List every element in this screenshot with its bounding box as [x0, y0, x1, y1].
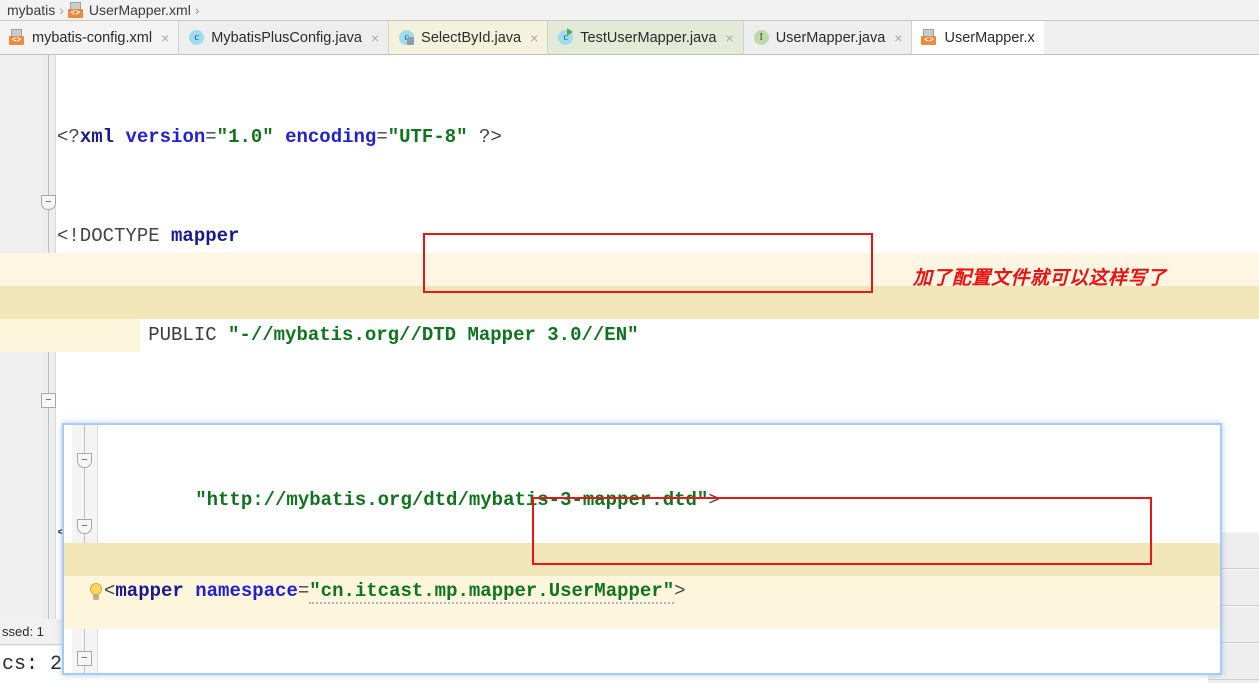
tab-label: SelectById.java [421, 29, 522, 46]
overlay-code-lines: "http://mybatis.org/dtd/mybatis-3-mapper… [104, 425, 1220, 673]
code-token: "UTF-8" [387, 126, 468, 148]
code-token: PUBLIC [57, 324, 229, 346]
close-icon[interactable]: × [894, 30, 902, 46]
floating-code-preview-overlay[interactable]: − − − − "http://mybatis.org/dtd/mybatis-… [62, 423, 1222, 675]
tab-testusermapper-java[interactable]: c TestUserMapper.java × [548, 21, 744, 54]
breadcrumb-separator-icon-2: › [194, 2, 200, 18]
tab-label: MybatisPlusConfig.java [211, 29, 362, 46]
code-token: <? [57, 126, 80, 148]
breadcrumb-item-project[interactable]: mybatis [4, 2, 58, 18]
ov-line-mapper-open: <mapper namespace="cn.itcast.mp.mapper.U… [104, 575, 1220, 608]
intention-bulb-icon[interactable] [88, 583, 104, 601]
editor-gutter[interactable] [0, 55, 46, 683]
code-token: mapper [115, 580, 184, 602]
ide-screenshot: mybatis › <> UserMapper.xml › <> mybatis… [0, 0, 1259, 683]
code-token: <!DOCTYPE [57, 225, 160, 247]
fold-marker-icon[interactable]: − [41, 393, 56, 408]
tab-usermapper-xml[interactable]: <> UserMapper.x [912, 21, 1044, 54]
fold-marker-icon[interactable]: − [41, 261, 56, 276]
overlay-folding-rail[interactable]: − − − − [72, 425, 98, 673]
tab-label: TestUserMapper.java [580, 29, 717, 46]
tab-selectbyid-java[interactable]: c SelectById.java × [389, 21, 549, 54]
java-class-lock-icon: c [398, 29, 415, 46]
tab-label: mybatis-config.xml [32, 29, 153, 46]
code-token: = [297, 580, 310, 602]
code-token: xml [79, 126, 115, 148]
close-icon[interactable]: × [161, 30, 169, 46]
code-token: = [205, 126, 217, 148]
ov-line-dtd-url: "http://mybatis.org/dtd/mybatis-3-mapper… [104, 491, 1220, 509]
breadcrumb-item-file[interactable]: <> UserMapper.xml [65, 1, 194, 19]
line-xml-decl: <?xml version="1.0" encoding="UTF-8" ?> [57, 121, 1259, 154]
tab-usermapper-java[interactable]: I UserMapper.java × [743, 21, 913, 54]
code-token: > [708, 491, 720, 509]
code-token: = [376, 126, 388, 148]
code-token: > [674, 580, 686, 602]
fold-marker-icon[interactable]: − [77, 651, 92, 666]
fold-marker-icon[interactable]: − [77, 519, 92, 534]
close-icon[interactable]: × [726, 30, 734, 46]
code-token: version [125, 126, 206, 148]
fold-marker-icon[interactable]: − [41, 327, 56, 342]
code-folding-rail[interactable]: − − − − [41, 55, 56, 683]
code-token: "http://mybatis.org/dtd/mybatis-3-mapper… [195, 491, 709, 509]
xml-file-icon: <> [921, 29, 938, 46]
xml-file-icon: <> [9, 29, 26, 46]
tab-mybatisplusconfig-java[interactable]: c MybatisPlusConfig.java × [179, 21, 390, 54]
java-class-icon: c [188, 29, 205, 46]
code-token: "cn.itcast.mp.mapper.UserMapper" [309, 580, 675, 604]
annotation-note-text: 加了配置文件就可以这样写了 [913, 267, 1167, 289]
tab-mybatis-config-xml[interactable]: <> mybatis-config.xml × [0, 21, 180, 54]
java-interface-icon: I [753, 29, 770, 46]
editor-tab-bar: <> mybatis-config.xml × c MybatisPlusCon… [0, 21, 1259, 55]
code-token: "-//mybatis.org//DTD Mapper 3.0//EN" [228, 324, 639, 346]
line-dtd-public: PUBLIC "-//mybatis.org//DTD Mapper 3.0//… [57, 319, 1259, 352]
breadcrumb-separator-icon: › [59, 2, 64, 18]
breadcrumb: mybatis › <> UserMapper.xml › [0, 0, 1259, 21]
xml-file-icon: <> [67, 1, 85, 19]
code-token: mapper [171, 225, 240, 247]
ov-line-blank-1 [104, 674, 1220, 675]
fold-marker-icon[interactable]: − [77, 453, 92, 468]
close-icon[interactable]: × [371, 30, 379, 46]
tab-label: UserMapper.java [775, 29, 886, 46]
code-token: < [104, 580, 116, 602]
line-doctype: <!DOCTYPE mapper [57, 220, 1259, 253]
code-token: ?> [478, 126, 502, 148]
tab-label: UserMapper.x [944, 29, 1035, 46]
code-token: namespace [195, 580, 298, 602]
breadcrumb-project-label: mybatis [7, 2, 56, 18]
close-icon[interactable]: × [530, 30, 538, 46]
fold-marker-icon[interactable]: − [41, 195, 56, 210]
breadcrumb-file-label: UserMapper.xml [88, 2, 191, 18]
code-token: encoding [285, 126, 377, 148]
code-token: "1.0" [216, 126, 274, 148]
java-test-class-icon: c [557, 28, 574, 46]
